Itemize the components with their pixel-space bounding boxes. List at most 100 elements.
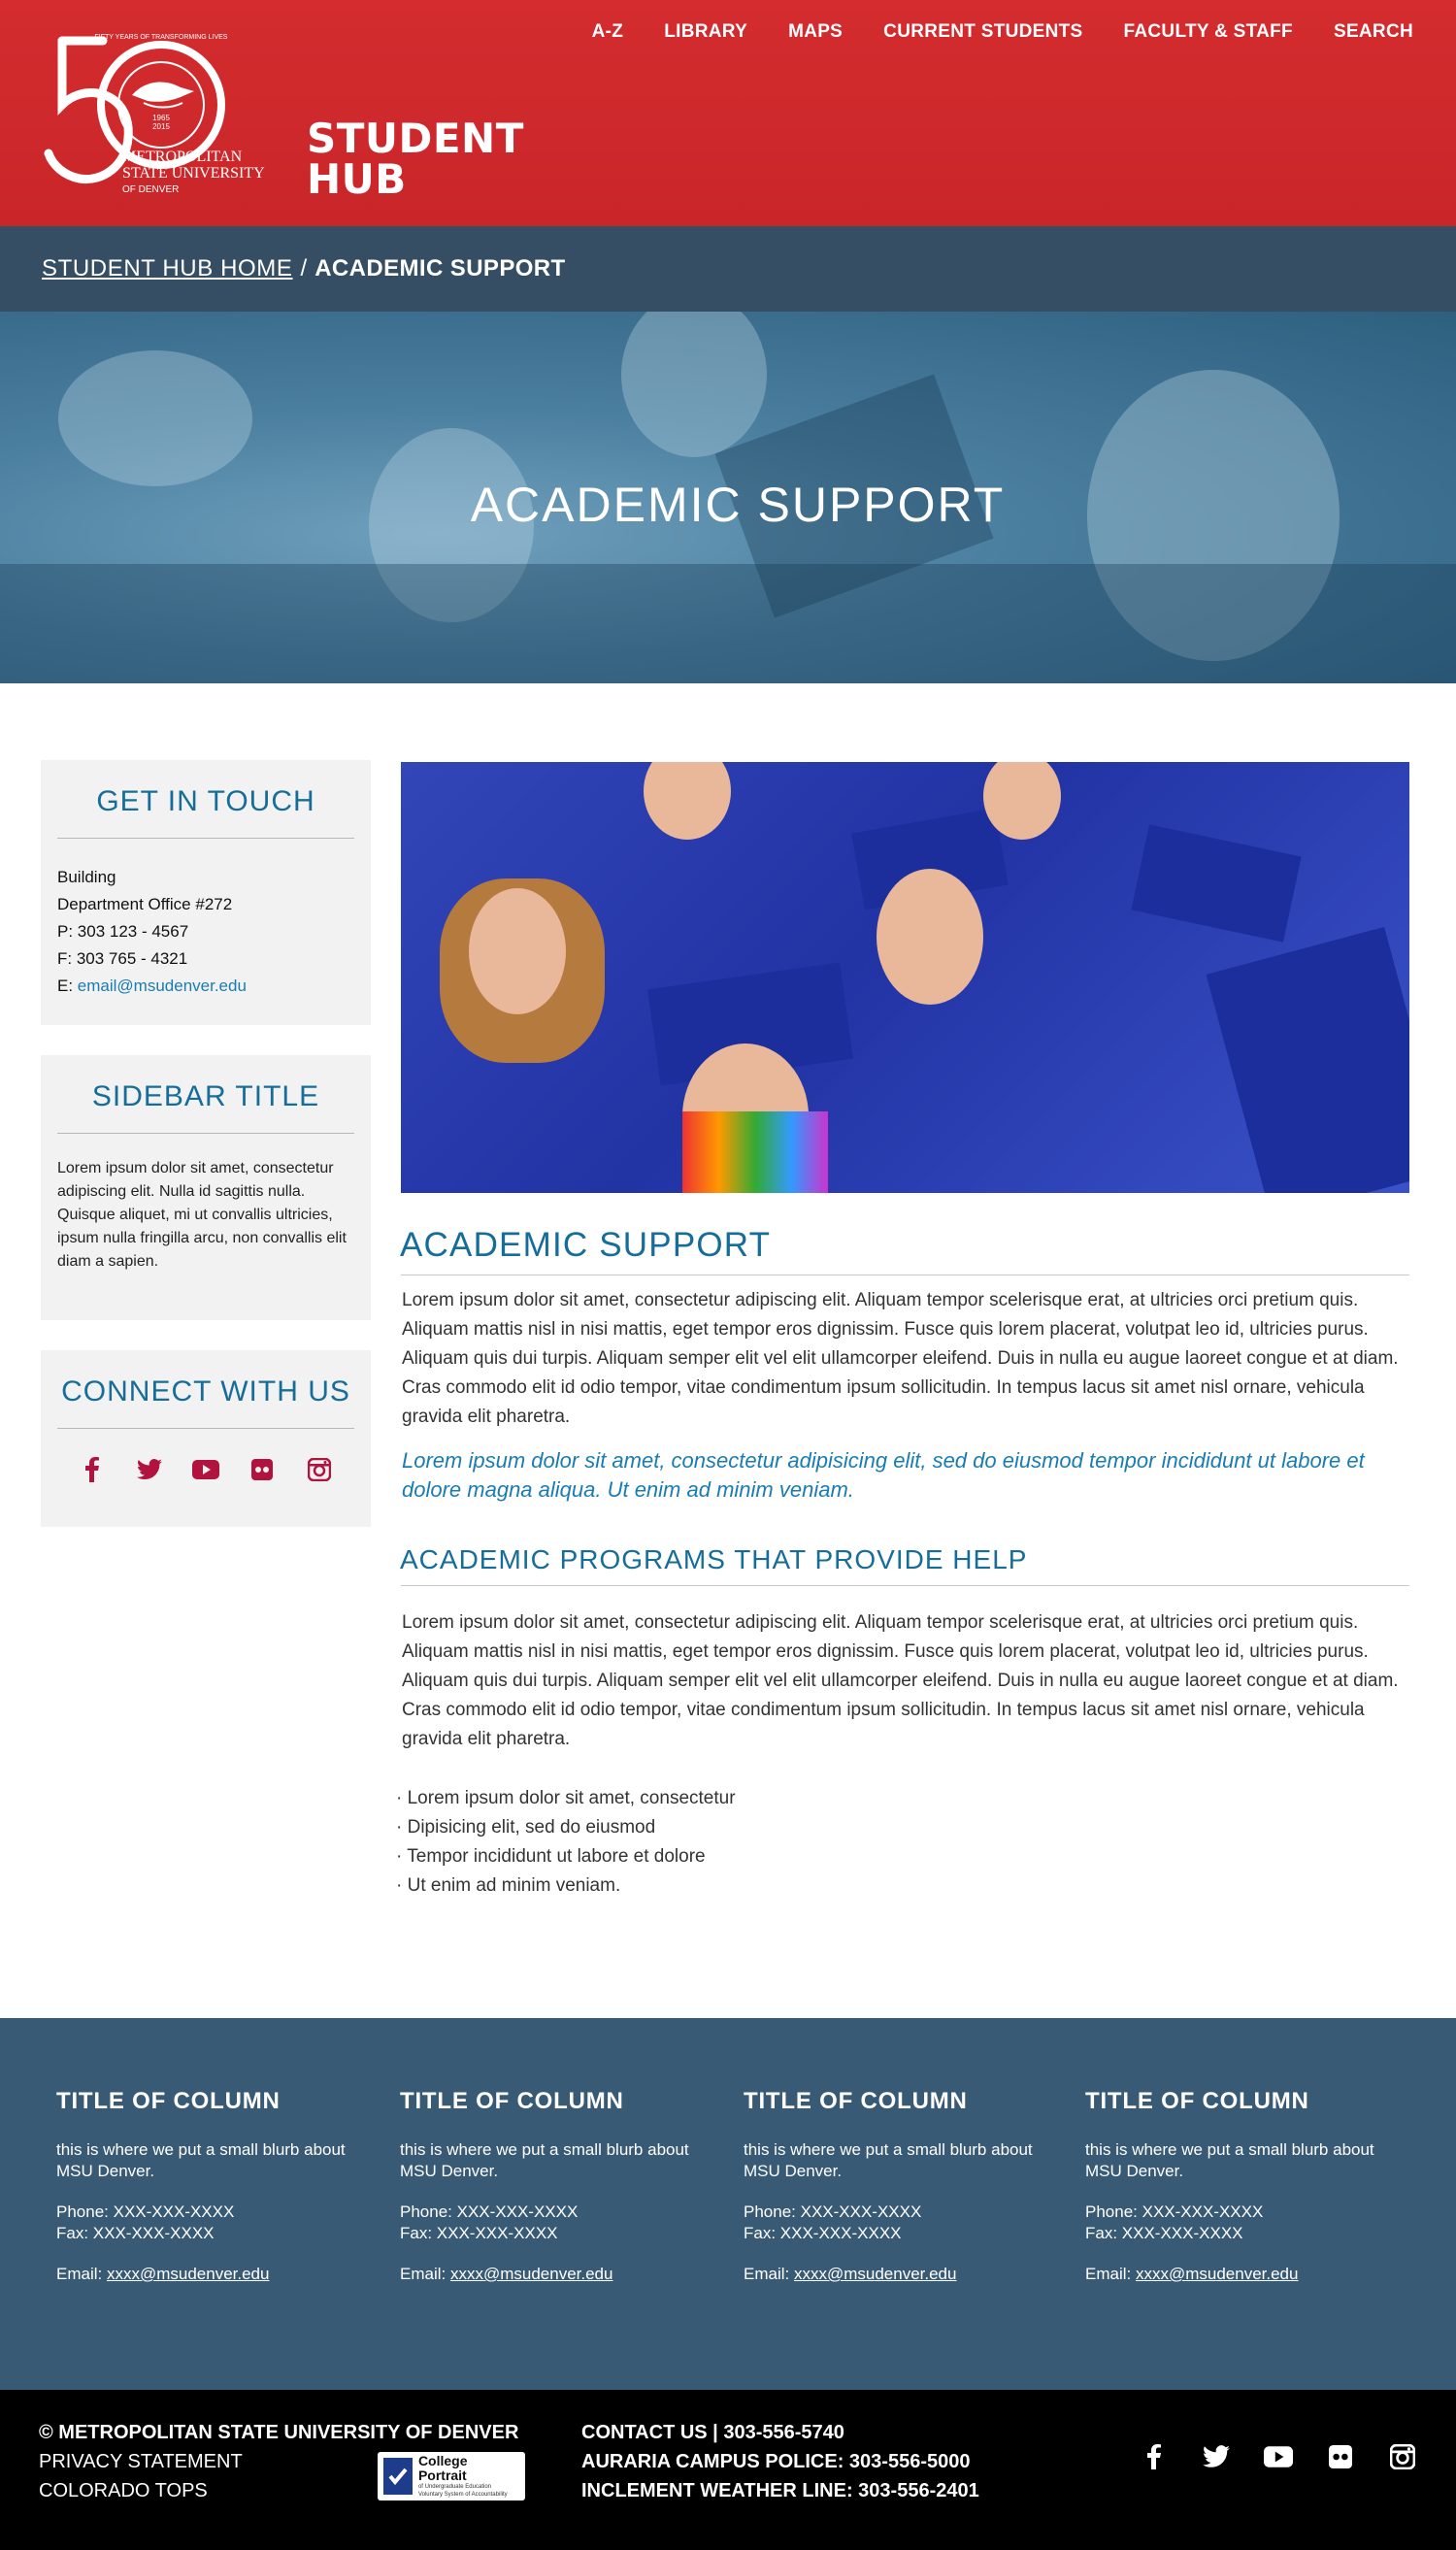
footer-column-email-row: Email: xxxx@msudenver.edu (56, 2264, 367, 2285)
instagram-icon[interactable] (306, 1456, 333, 1483)
breadcrumb: STUDENT HUB HOME / ACADEMIC SUPPORT (42, 255, 566, 282)
list-item: · Lorem ipsum dolor sit amet, consectetu… (396, 1788, 736, 1808)
footer-column-blurb: this is where we put a small blurb about… (744, 2140, 1033, 2180)
contact-phone: P: 303 123 - 4567 (57, 922, 189, 941)
hero-photo-shadow (0, 564, 1456, 683)
contact-office: Department Office #272 (57, 895, 233, 913)
sidebar-card-connect: CONNECT WITH US (41, 1350, 371, 1527)
breadcrumb-current: ACADEMIC SUPPORT (314, 255, 566, 281)
site-title-line-2: HUB (307, 155, 407, 203)
footer-column-title: TITLE OF COLUMN (1085, 2088, 1309, 2114)
photo-stole (682, 1111, 828, 1193)
contact-fax: F: 303 765 - 4321 (57, 949, 188, 968)
footer-column-email-row: Email: xxxx@msudenver.edu (744, 2264, 1054, 2285)
footer-email-link[interactable]: xxxx@msudenver.edu (794, 2265, 957, 2283)
logo-tagline: FIFTY YEARS OF TRANSFORMING LIVES (95, 34, 228, 41)
footer-column: TITLE OF COLUMN this is where we put a s… (56, 2090, 367, 2285)
facebook-icon[interactable] (1140, 2442, 1169, 2471)
photo-cap (1131, 824, 1302, 943)
footer-column-phone: Phone: XXX-XXX-XXXX (744, 2202, 922, 2221)
youtube-icon[interactable] (191, 1456, 219, 1483)
contact-building: Building (57, 868, 116, 886)
twitter-icon[interactable] (136, 1456, 163, 1483)
instagram-icon[interactable] (1388, 2442, 1417, 2471)
footer-column-fax: Fax: XXX-XXX-XXXX (400, 2224, 558, 2242)
flickr-icon[interactable] (1326, 2442, 1355, 2471)
footer-email-label: Email: (744, 2265, 794, 2283)
photo-cap (1206, 926, 1409, 1193)
connect-card-title: CONNECT WITH US (61, 1375, 350, 1407)
social-links (41, 1429, 371, 1483)
sub-heading: ACADEMIC PROGRAMS THAT PROVIDE HELP (400, 1544, 1028, 1574)
breadcrumb-bar: STUDENT HUB HOME / ACADEMIC SUPPORT (0, 226, 1456, 312)
list-item: · Dipisicing elit, sed do eiusmod (396, 1817, 656, 1838)
hero-title: ACADEMIC SUPPORT (470, 478, 1006, 532)
breadcrumb-home-link[interactable]: STUDENT HUB HOME (42, 255, 293, 281)
footer-column-fax: Fax: XXX-XXX-XXXX (744, 2224, 902, 2242)
logo-year-end: 2015 (152, 122, 170, 131)
photo-face (983, 762, 1061, 840)
footer-email-link[interactable]: xxxx@msudenver.edu (1136, 2265, 1299, 2283)
contact-card-title: GET IN TOUCH (96, 785, 315, 817)
logo-line-3: OF DENVER (122, 184, 179, 195)
list-item: · Tempor incididunt ut labore et dolore (396, 1846, 706, 1867)
footer-column-blurb: this is where we put a small blurb about… (400, 2140, 689, 2180)
contact-email-link[interactable]: email@msudenver.edu (78, 977, 247, 995)
footer-column-blurb: this is where we put a small blurb about… (56, 2140, 346, 2180)
nav-maps[interactable]: MAPS (788, 21, 843, 43)
footer-email-link[interactable]: xxxx@msudenver.edu (450, 2265, 613, 2283)
contact-email-row: E: email@msudenver.edu (57, 973, 354, 1000)
sidebar-card-generic: SIDEBAR TITLE Lorem ipsum dolor sit amet… (41, 1055, 371, 1320)
campus-police-line: AURARIA CAMPUS POLICE: 303-556-5000 (581, 2451, 971, 2472)
breadcrumb-separator: / (300, 255, 308, 281)
main-paragraph-2: Lorem ipsum dolor sit amet, consectetur … (402, 1612, 1399, 1749)
contact-lines: CONTACT US | 303-556-5740 AURARIA CAMPUS… (581, 2418, 979, 2505)
footer-column: TITLE OF COLUMN this is where we put a s… (744, 2088, 1054, 2285)
nav-current-students[interactable]: CURRENT STUDENTS (883, 21, 1082, 43)
footer-column: TITLE OF COLUMN this is where we put a s… (1085, 2088, 1396, 2285)
flickr-icon[interactable] (248, 1456, 276, 1483)
site-title[interactable]: STUDENT HUB (307, 118, 524, 200)
nav-library[interactable]: LIBRARY (664, 21, 747, 43)
nav-search[interactable]: SEARCH (1334, 21, 1413, 43)
hero-photo-face (621, 312, 767, 457)
contact-us-link[interactable]: CONTACT US | 303-556-5740 (581, 2418, 979, 2447)
college-portrait-badge[interactable]: College Portrait of Undergraduate Educat… (378, 2452, 525, 2500)
copyright: © METROPOLITAN STATE UNIVERSITY OF DENVE… (39, 2422, 519, 2443)
footer-email-label: Email: (1085, 2265, 1136, 2283)
college-portrait-title: College Portrait (417, 2453, 468, 2483)
main-heading: ACADEMIC SUPPORT (400, 1226, 772, 1264)
footer-email-label: Email: (56, 2265, 107, 2283)
list-item: · Ut enim ad minim veniam. (396, 1875, 621, 1896)
twitter-icon[interactable] (1202, 2442, 1231, 2471)
nav-faculty-staff[interactable]: FACULTY & STAFF (1124, 21, 1293, 43)
sidebar-card-text: Lorem ipsum dolor sit amet, consectetur … (57, 1160, 347, 1270)
top-navigation: A-Z LIBRARY MAPS CURRENT STUDENTS FACULT… (551, 21, 1413, 43)
bullet-list: · Lorem ipsum dolor sit amet, consectetu… (396, 1784, 736, 1901)
footer-column-phone: Phone: XXX-XXX-XXXX (56, 2202, 235, 2221)
college-portrait-subtitle-2: Voluntary System of Accountability (417, 2492, 508, 2498)
hero-photo-face (58, 350, 252, 486)
contact-email-label: E: (57, 977, 78, 995)
facebook-icon[interactable] (79, 1456, 106, 1483)
main-paragraph-1: Lorem ipsum dolor sit amet, consectetur … (402, 1290, 1399, 1427)
checkmark-icon (383, 2458, 413, 2495)
photo-face (644, 762, 731, 840)
msu-denver-50th-logo[interactable]: 1965 2015 FIFTY YEARS OF TRANSFORMING LI… (43, 19, 295, 204)
bottom-bar: © METROPOLITAN STATE UNIVERSITY OF DENVE… (0, 2390, 1456, 2550)
pull-quote: Lorem ipsum dolor sit amet, consectetur … (402, 1448, 1365, 1502)
sidebar-card-contact: GET IN TOUCH Building Department Office … (41, 760, 371, 1025)
youtube-icon[interactable] (1264, 2442, 1293, 2471)
footer-social-links (1140, 2442, 1417, 2471)
footer-column-phone: Phone: XXX-XXX-XXXX (400, 2202, 579, 2221)
footer-email-label: Email: (400, 2265, 450, 2283)
college-portrait-subtitle: of Undergraduate Education (417, 2484, 491, 2490)
footer-column-title: TITLE OF COLUMN (744, 2088, 968, 2114)
weather-line: INCLEMENT WEATHER LINE: 303-556-2401 (581, 2480, 979, 2501)
nav-a-z[interactable]: A-Z (592, 21, 624, 43)
footer-column-blurb: this is where we put a small blurb about… (1085, 2140, 1374, 2180)
site-header: 1965 2015 FIFTY YEARS OF TRANSFORMING LI… (0, 0, 1456, 226)
logo-line-2: STATE UNIVERSITY (122, 165, 265, 182)
footer-email-link[interactable]: xxxx@msudenver.edu (107, 2265, 270, 2283)
hero-banner: ACADEMIC SUPPORT (0, 312, 1456, 683)
